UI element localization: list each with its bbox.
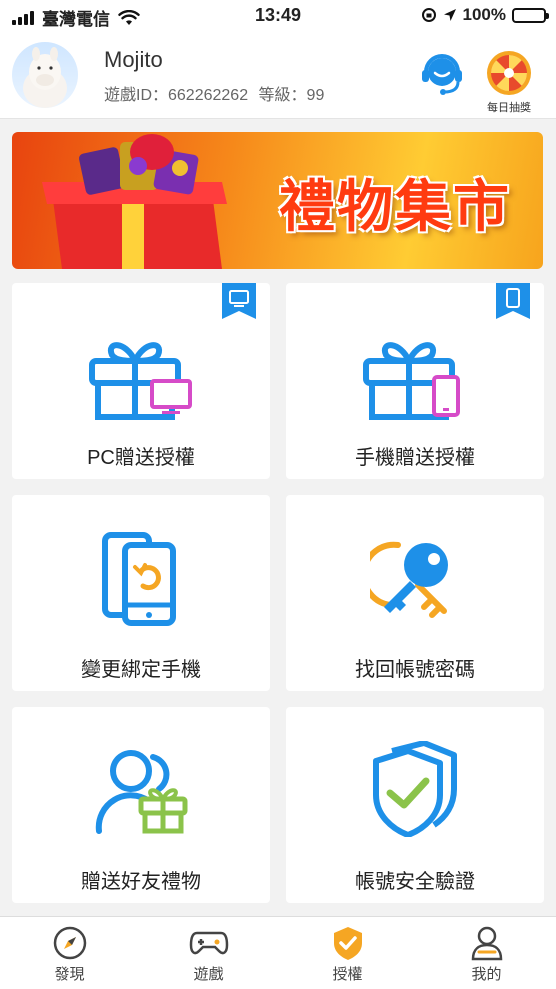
battery-percent: 100% (462, 5, 506, 24)
phone-badge-icon (496, 283, 530, 319)
card-label: 找回帳號密碼 (355, 659, 475, 681)
tab-label: 遊戲 (193, 966, 224, 983)
gamepad-icon (189, 931, 228, 955)
shield-check-icon (333, 927, 362, 960)
profile-meta: 遊戲ID：662262262 等級：99 (104, 81, 330, 105)
card-label: PC贈送授權 (87, 447, 195, 469)
headset-support-icon (422, 54, 462, 95)
banner-title: 禮物集市 (279, 174, 511, 240)
account-security-card[interactable]: 帳號安全驗證 (286, 707, 544, 903)
customer-service-button[interactable] (418, 50, 466, 98)
user-level: 等級：99 (258, 87, 325, 104)
card-label: 帳號安全驗證 (355, 871, 475, 893)
avatar-image (23, 47, 67, 108)
tab-label: 發現 (54, 966, 85, 983)
tab-discover[interactable]: 發現 (0, 917, 139, 989)
rotation-lock-icon (421, 8, 436, 22)
tab-authorization[interactable]: 授權 (278, 917, 417, 989)
bottom-tab-bar: 發現 遊戲 授權 我的 (0, 916, 556, 989)
prize-wheel-icon (487, 51, 531, 95)
gift-friends-card[interactable]: 贈送好友禮物 (12, 707, 270, 903)
monitor-badge-icon (222, 283, 256, 319)
card-label: 手機贈送授權 (355, 447, 475, 469)
key-icon (370, 541, 448, 618)
tab-profile[interactable]: 我的 (417, 917, 556, 989)
avatar[interactable] (12, 42, 78, 108)
daily-lottery-button[interactable]: 每日抽獎 (484, 50, 534, 114)
gift-box-illustration (42, 134, 227, 269)
phone-swap-icon (102, 532, 176, 626)
recover-password-card[interactable]: 找回帳號密碼 (286, 495, 544, 691)
security-shield-icon (373, 741, 457, 837)
change-bound-phone-card[interactable]: 變更綁定手機 (12, 495, 270, 691)
user-icon (471, 926, 502, 961)
compass-icon (53, 926, 86, 960)
card-label: 贈送好友禮物 (81, 871, 201, 893)
tab-label: 授權 (332, 966, 363, 983)
profile-header: Mojito 遊戲ID：662262262 等級：99 每日抽獎 (0, 30, 556, 119)
username: Mojito (104, 47, 163, 72)
status-bar: 臺灣電信 13:49 100% (0, 0, 556, 30)
tab-label: 我的 (471, 966, 502, 983)
card-label: 變更綁定手機 (81, 659, 201, 681)
gift-market-banner[interactable]: 禮物集市 (12, 132, 543, 269)
pc-gift-authorization-card[interactable]: PC贈送授權 (12, 283, 270, 479)
battery-icon (512, 7, 549, 23)
status-right: 100% (421, 5, 549, 25)
mobile-gift-authorization-card[interactable]: 手機贈送授權 (286, 283, 544, 479)
gift-mobile-icon (363, 342, 460, 420)
friend-gift-icon (95, 750, 188, 834)
location-icon (443, 9, 456, 21)
tab-games[interactable]: 遊戲 (139, 917, 278, 989)
lottery-label: 每日抽獎 (487, 102, 531, 114)
gift-pc-icon (89, 342, 192, 420)
game-id: 遊戲ID：662262262 (104, 87, 249, 104)
